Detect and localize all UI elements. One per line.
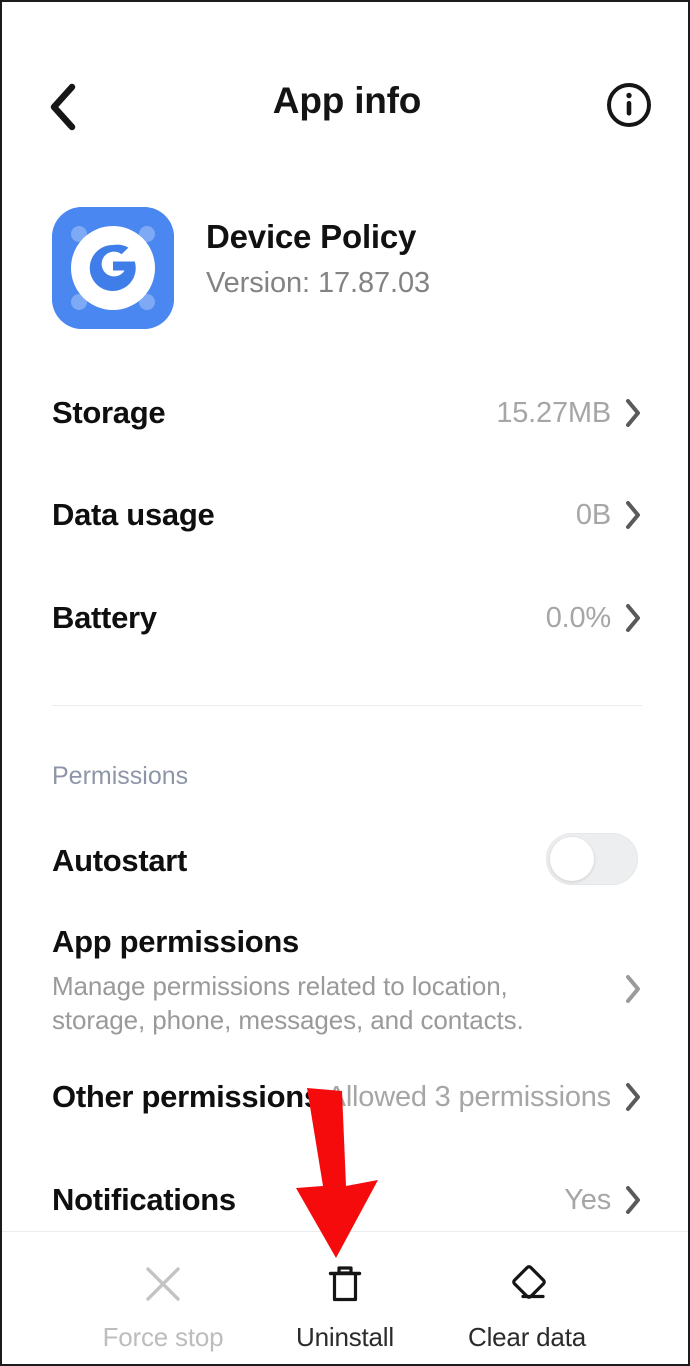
row-title: App permissions — [52, 924, 299, 959]
row-value: Allowed 3 permissions — [326, 1080, 612, 1113]
row-value: 15.27MB — [496, 396, 611, 429]
row-right: 0B — [576, 499, 642, 532]
action-label: Clear data — [468, 1322, 586, 1352]
trash-icon — [322, 1260, 368, 1308]
app-version: Version: 17.87.03 — [206, 267, 431, 300]
row-data-usage[interactable]: Data usage 0B — [52, 492, 642, 538]
row-notifications[interactable]: Notifications Yes — [52, 1177, 642, 1223]
action-label: Uninstall — [296, 1322, 394, 1352]
row-right: Allowed 3 permissions — [327, 1081, 642, 1114]
row-app-permissions[interactable]: App permissions Manage permissions relat… — [52, 924, 642, 1038]
row-right: Yes — [564, 1184, 642, 1217]
eraser-icon — [504, 1260, 550, 1308]
app-identity: Device Policy Version: 17.87.03 — [52, 207, 652, 333]
chevron-right-icon — [625, 500, 642, 530]
toggle-knob — [550, 837, 594, 881]
row-title: Autostart — [52, 843, 188, 878]
section-label-permissions: Permissions — [52, 762, 189, 790]
info-button[interactable] — [598, 76, 660, 138]
clear-data-button[interactable]: Clear data — [436, 1232, 618, 1353]
row-storage[interactable]: Storage 15.27MB — [52, 390, 642, 436]
row-title: Data usage — [52, 497, 215, 532]
row-value: 0B — [575, 498, 611, 531]
chevron-right-icon — [625, 1082, 642, 1112]
autostart-toggle[interactable] — [546, 833, 638, 885]
row-other-permissions[interactable]: Other permissions Allowed 3 permissions — [52, 1074, 642, 1120]
row-title: Other permissions — [52, 1079, 321, 1114]
action-label: Force stop — [102, 1322, 224, 1352]
info-circle-icon — [605, 81, 653, 134]
row-right: 0.0% — [546, 602, 642, 635]
row-value: Yes — [564, 1183, 611, 1216]
row-title: Battery — [52, 600, 157, 635]
close-x-icon — [140, 1260, 186, 1308]
row-value: 0.0% — [545, 601, 612, 634]
row-title: Notifications — [52, 1182, 236, 1217]
chevron-right-icon — [625, 1185, 642, 1215]
section-divider — [52, 705, 642, 706]
row-title: Storage — [52, 395, 166, 430]
app-icon — [52, 207, 174, 329]
app-name: Device Policy — [206, 218, 417, 255]
chevron-right-icon — [625, 603, 642, 633]
app-info-screen: App info Device Policy Version: 17.87.03… — [0, 0, 690, 1366]
chevron-right-icon — [625, 974, 642, 1004]
bottom-action-bar: Force stop Uninstall Clear data — [2, 1231, 688, 1364]
force-stop-button[interactable]: Force stop — [72, 1232, 254, 1353]
row-subtitle: Manage permissions related to location, … — [52, 971, 524, 1036]
app-bar: App info — [2, 2, 688, 162]
row-battery[interactable]: Battery 0.0% — [52, 595, 642, 641]
app-meta: Device Policy Version: 17.87.03 — [206, 218, 431, 300]
row-right: 15.27MB — [496, 397, 642, 430]
page-title: App info — [272, 80, 422, 121]
chevron-right-icon — [625, 398, 642, 428]
uninstall-button[interactable]: Uninstall — [254, 1232, 436, 1353]
